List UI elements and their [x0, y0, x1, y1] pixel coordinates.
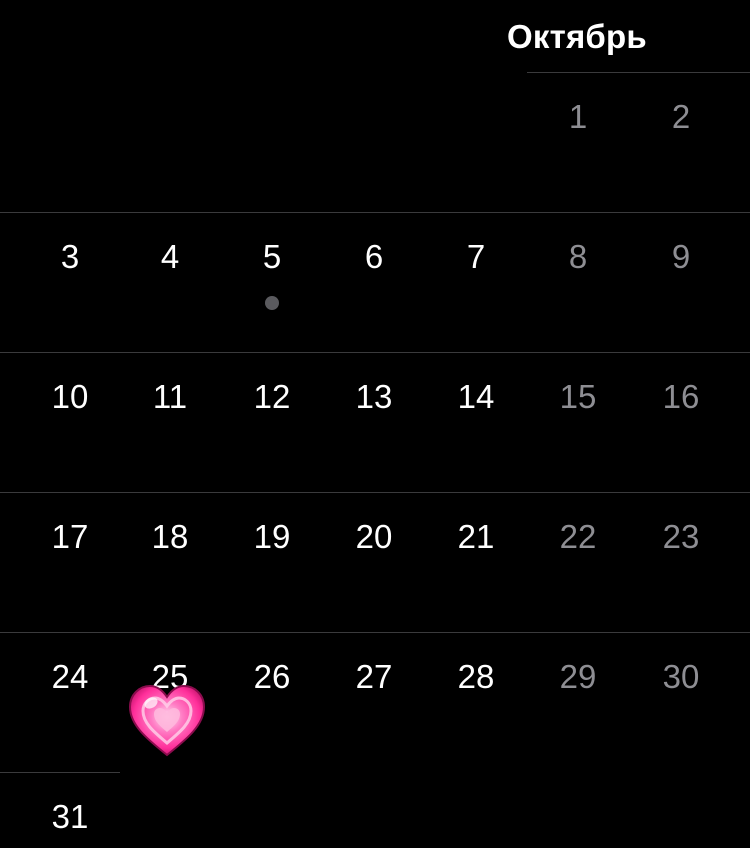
- week-separator: [527, 72, 750, 73]
- week-separator: [0, 212, 750, 213]
- day-cell-6[interactable]: 6: [324, 237, 424, 277]
- day-cell-29[interactable]: 29: [528, 657, 628, 697]
- day-cell-5[interactable]: 5: [222, 237, 322, 277]
- day-cell-2[interactable]: 2: [631, 97, 731, 137]
- day-cell-28[interactable]: 28: [426, 657, 526, 697]
- day-cell-23[interactable]: 23: [631, 517, 731, 557]
- day-cell-11[interactable]: 11: [120, 377, 220, 417]
- day-cell-27[interactable]: 27: [324, 657, 424, 697]
- week-separator: [0, 492, 750, 493]
- event-dot: [265, 296, 279, 310]
- day-cell-26[interactable]: 26: [222, 657, 322, 697]
- week-separator: [0, 632, 750, 633]
- day-cell-20[interactable]: 20: [324, 517, 424, 557]
- day-cell-9[interactable]: 9: [631, 237, 731, 277]
- day-cell-18[interactable]: 18: [120, 517, 220, 557]
- day-cell-30[interactable]: 30: [631, 657, 731, 697]
- week-separator: [0, 772, 120, 773]
- heart-icon: [128, 684, 206, 757]
- day-cell-21[interactable]: 21: [426, 517, 526, 557]
- day-cell-3[interactable]: 3: [20, 237, 120, 277]
- day-cell-17[interactable]: 17: [20, 517, 120, 557]
- day-cell-22[interactable]: 22: [528, 517, 628, 557]
- day-cell-13[interactable]: 13: [324, 377, 424, 417]
- week-separator: [0, 352, 750, 353]
- day-cell-19[interactable]: 19: [222, 517, 322, 557]
- day-cell-24[interactable]: 24: [20, 657, 120, 697]
- day-cell-16[interactable]: 16: [631, 377, 731, 417]
- day-cell-7[interactable]: 7: [426, 237, 526, 277]
- day-cell-8[interactable]: 8: [528, 237, 628, 277]
- day-cell-15[interactable]: 15: [528, 377, 628, 417]
- day-cell-10[interactable]: 10: [20, 377, 120, 417]
- day-cell-14[interactable]: 14: [426, 377, 526, 417]
- day-cell-12[interactable]: 12: [222, 377, 322, 417]
- day-cell-1[interactable]: 1: [528, 97, 628, 137]
- day-cell-4[interactable]: 4: [120, 237, 220, 277]
- day-cell-31[interactable]: 31: [20, 797, 120, 837]
- month-title: Октябрь: [507, 18, 647, 55]
